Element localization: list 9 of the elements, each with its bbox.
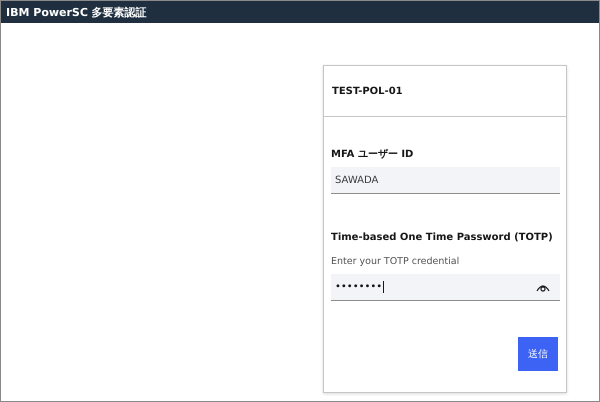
- user-id-field[interactable]: SAWADA: [331, 167, 560, 194]
- eye-icon[interactable]: [536, 282, 550, 292]
- card-title: TEST-POL-01: [332, 86, 403, 96]
- submit-button[interactable]: 送信: [518, 337, 558, 371]
- app-title: IBM PowerSC 多要素認証: [1, 1, 599, 23]
- helper-text: Enter your TOTP credential: [331, 256, 460, 267]
- field-label: MFA ユーザー ID: [331, 148, 414, 161]
- password-field[interactable]: ••••••••: [331, 274, 560, 301]
- field-label: Time-based One Time Password (TOTP): [331, 232, 554, 243]
